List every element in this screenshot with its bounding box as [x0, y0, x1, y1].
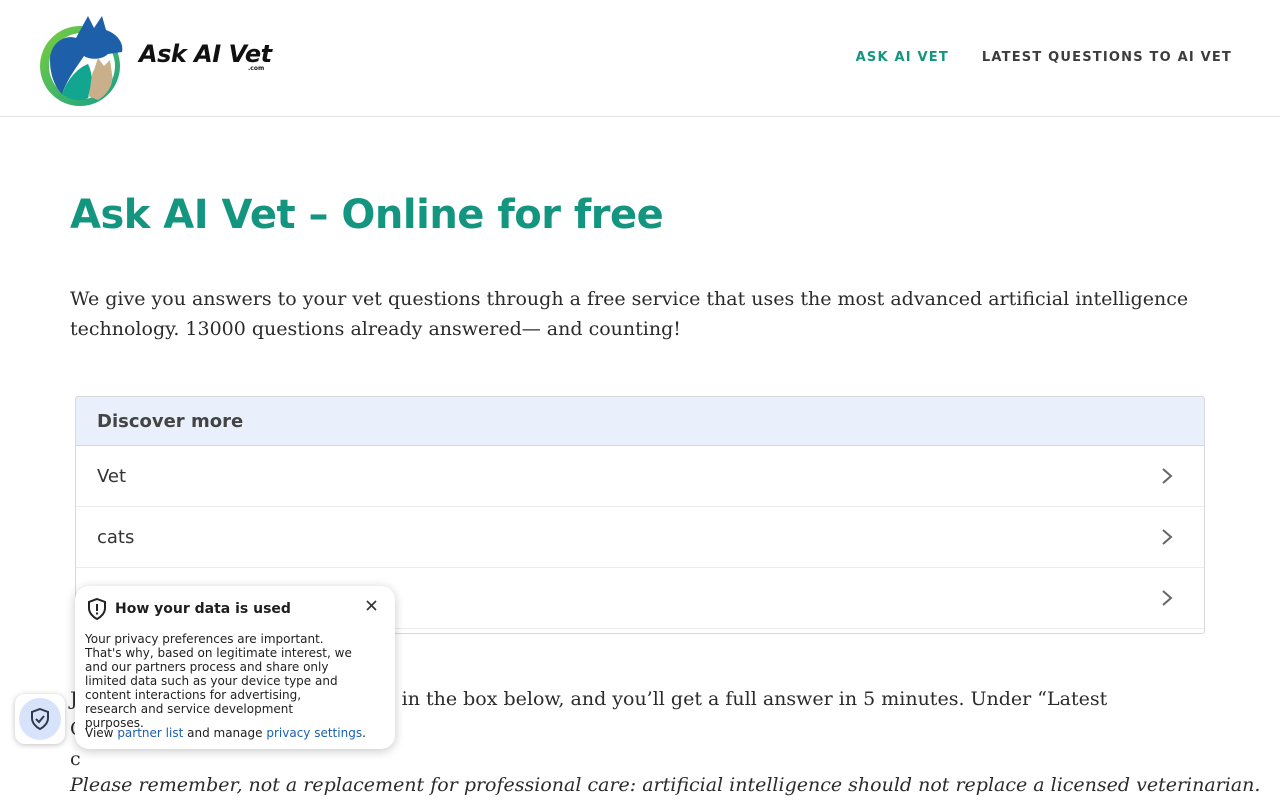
privacy-popup-body: Your privacy preferences are important. … [85, 632, 352, 730]
privacy-popup-title: How your data is used [115, 601, 291, 617]
chevron-right-icon [1162, 468, 1173, 484]
shield-alert-icon [88, 598, 106, 620]
main-nav: ASK AI VET LATEST QUESTIONS TO AI VET [856, 50, 1232, 65]
instructions-line2: c [70, 748, 81, 770]
privacy-shield-circle [19, 698, 61, 740]
close-icon[interactable] [363, 597, 379, 613]
chevron-right-icon [1162, 590, 1173, 606]
intro-paragraph: We give you answers to your vet question… [70, 288, 1189, 340]
footer-period: . [362, 726, 366, 740]
footer-view-text: View [85, 726, 114, 740]
privacy-popup-footer: View partner list and manage privacy set… [85, 726, 366, 740]
discover-more-heading: Discover more [76, 397, 1204, 446]
privacy-popup: How your data is used Your privacy prefe… [75, 586, 395, 749]
nav-ask-ai-vet[interactable]: ASK AI VET [856, 50, 949, 65]
site-logo[interactable]: Ask AI Vet .com [32, 8, 272, 108]
discover-item-label: Vet [97, 465, 127, 487]
logo-text: Ask AI Vet [139, 40, 272, 68]
site-header: Ask AI Vet .com ASK AI VET LATEST QUESTI… [0, 0, 1280, 117]
logo-subtext: .com [248, 65, 265, 72]
discover-item-label: cats [97, 526, 135, 548]
page-title: Ask AI Vet – Online for free [70, 192, 664, 238]
privacy-popup-header: How your data is used [87, 598, 291, 620]
privacy-shield-button[interactable] [15, 694, 65, 744]
shield-check-icon [31, 708, 49, 730]
discover-item-cats[interactable]: cats [76, 507, 1204, 568]
footer-manage-text: and manage [187, 726, 263, 740]
logo-mark-icon [40, 16, 123, 106]
nav-latest-questions[interactable]: LATEST QUESTIONS TO AI VET [982, 50, 1232, 65]
disclaimer-text: Please remember, not a replacement for p… [70, 774, 1261, 796]
discover-item-vet[interactable]: Vet [76, 446, 1204, 507]
partner-list-link[interactable]: partner list [117, 726, 183, 740]
privacy-settings-link[interactable]: privacy settings [266, 726, 362, 740]
chevron-right-icon [1162, 529, 1173, 545]
